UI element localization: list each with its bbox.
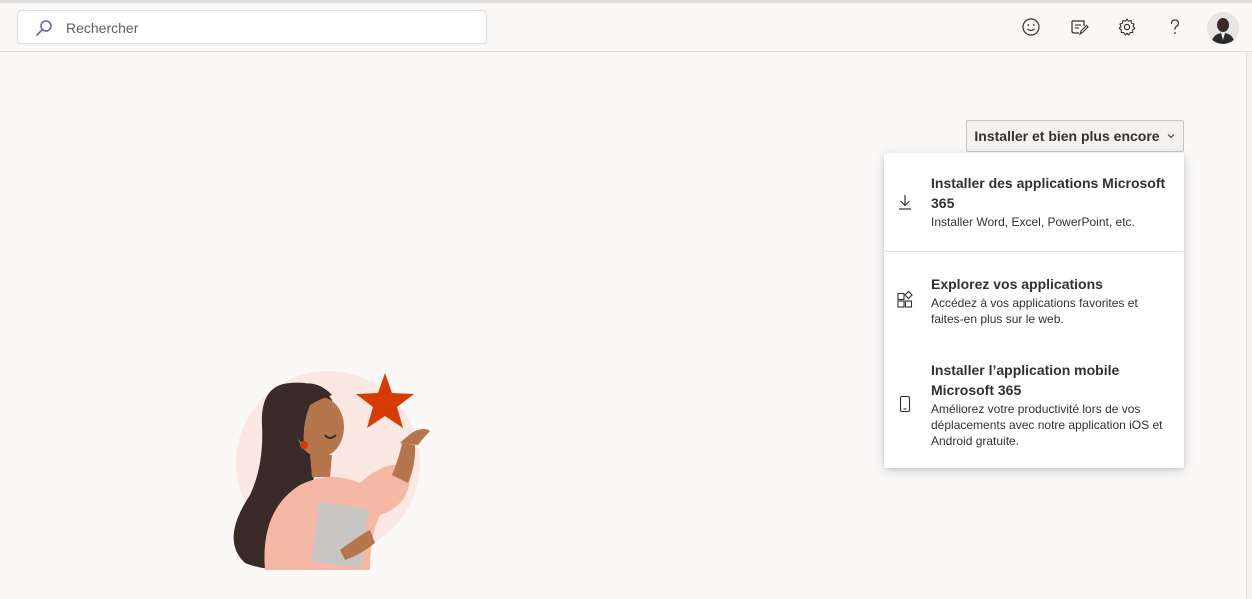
page-scrollbar[interactable] bbox=[1246, 52, 1252, 599]
chevron-down-icon bbox=[1167, 134, 1174, 139]
feedback-smiley-icon[interactable] bbox=[1019, 15, 1043, 39]
top-bar bbox=[0, 0, 1252, 52]
apps-grid-icon bbox=[897, 291, 913, 308]
menu-item-description: Installer Word, Excel, PowerPoint, etc. bbox=[931, 215, 1135, 229]
woman-with-star-illustration bbox=[233, 371, 430, 570]
search-input[interactable] bbox=[66, 18, 466, 38]
whats-new-icon[interactable] bbox=[1067, 15, 1091, 39]
mobile-phone-icon bbox=[899, 395, 911, 413]
menu-item-install-apps[interactable]: Installer des applications Microsoft 365… bbox=[884, 153, 1184, 251]
download-icon bbox=[899, 195, 911, 210]
menu-item-title: Explorez vos applications bbox=[931, 276, 1103, 292]
install-and-more-button[interactable]: Installer et bien plus encore bbox=[966, 120, 1184, 152]
menu-item-explore-apps[interactable]: Explorez vos applications Accédez à vos … bbox=[884, 252, 1184, 342]
help-icon[interactable] bbox=[1163, 15, 1187, 39]
install-button-label: Installer et bien plus encore bbox=[974, 128, 1160, 144]
menu-item-title: Installer des applications Microsoft 365 bbox=[931, 175, 1166, 211]
search-box[interactable] bbox=[17, 10, 487, 44]
menu-item-install-mobile[interactable]: Installer l’application mobile Microsoft… bbox=[884, 342, 1184, 468]
user-avatar[interactable] bbox=[1207, 12, 1239, 44]
menu-item-description: Améliorez votre productivité lors de vos… bbox=[931, 402, 1163, 448]
menu-item-title: Installer l’application mobile Microsoft… bbox=[931, 362, 1120, 398]
install-menu: Installer des applications Microsoft 365… bbox=[884, 153, 1184, 468]
menu-item-description: Accédez à vos applications favorites et … bbox=[931, 296, 1138, 326]
search-icon bbox=[36, 20, 52, 36]
settings-gear-icon[interactable] bbox=[1115, 15, 1139, 39]
